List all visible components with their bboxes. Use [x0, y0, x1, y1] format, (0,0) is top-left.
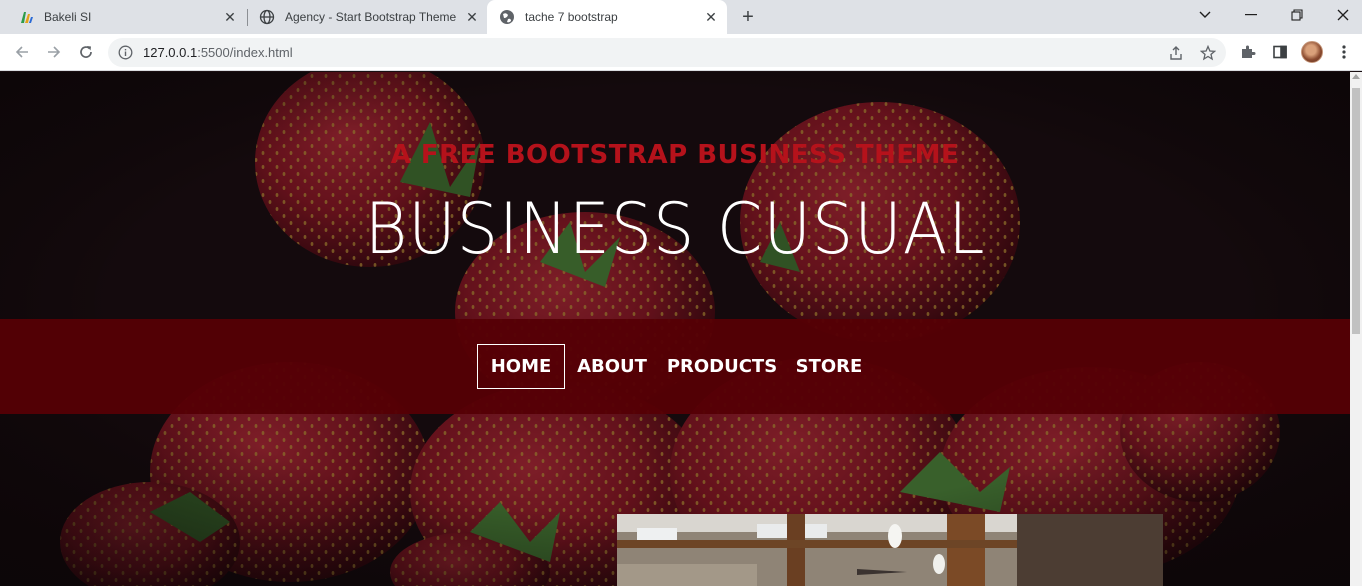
tab-tache7[interactable]: tache 7 bootstrap ✕	[487, 0, 727, 34]
globe-icon	[259, 9, 275, 25]
bakeli-logo-icon	[18, 9, 34, 25]
scroll-up-arrow-icon[interactable]	[1352, 74, 1360, 79]
close-icon[interactable]: ✕	[222, 9, 238, 25]
arrow-left-icon	[15, 46, 28, 58]
url-text: 127.0.0.1:5500/index.html	[143, 45, 293, 60]
restore-icon	[1291, 9, 1303, 21]
address-bar[interactable]: 127.0.0.1:5500/index.html	[108, 38, 1226, 67]
new-tab-button[interactable]: +	[736, 5, 760, 29]
close-icon[interactable]: ✕	[464, 9, 480, 25]
reload-icon	[80, 46, 92, 58]
tab-strip: Bakeli SI ✕ Agency - Start Bootstrap The…	[0, 0, 1362, 34]
nav-link-products[interactable]: PRODUCTS	[660, 344, 784, 389]
tab-title: tache 7 bootstrap	[525, 10, 618, 24]
site-title: BUSINESS CUSUAL	[364, 188, 986, 270]
side-panel-button[interactable]	[1270, 42, 1290, 62]
page-scrollbar[interactable]	[1350, 72, 1362, 586]
bookmark-star-icon[interactable]	[1199, 44, 1217, 62]
back-button[interactable]	[10, 40, 34, 64]
profile-avatar[interactable]	[1301, 41, 1323, 63]
chevron-down-icon	[1199, 11, 1211, 18]
page-viewport: A FREE BOOTSTRAP BUSINESS THEME BUSINESS…	[0, 72, 1350, 586]
cafe-interior-image	[617, 514, 1163, 586]
minimize-icon	[1245, 14, 1257, 16]
nav-link-about[interactable]: ABOUT	[570, 344, 654, 389]
info-icon[interactable]	[118, 45, 133, 60]
puzzle-icon	[1242, 45, 1256, 58]
tab-search-button[interactable]	[1182, 0, 1228, 30]
nav-link-home[interactable]: HOME	[477, 344, 565, 389]
arrow-right-icon	[48, 46, 61, 58]
close-icon	[1337, 9, 1349, 21]
minimize-button[interactable]	[1228, 0, 1274, 30]
scrollbar-thumb[interactable]	[1352, 88, 1360, 334]
tab-bakeli[interactable]: Bakeli SI ✕	[0, 0, 246, 34]
tab-agency[interactable]: Agency - Start Bootstrap Theme ✕	[241, 0, 488, 34]
tab-title: Bakeli SI	[44, 10, 92, 24]
close-window-button[interactable]	[1320, 0, 1362, 30]
side-panel-icon	[1273, 45, 1287, 59]
main-navbar: HOME ABOUT PRODUCTS STORE	[0, 319, 1350, 414]
menu-button[interactable]	[1334, 42, 1354, 62]
reload-button[interactable]	[74, 40, 98, 64]
kebab-menu-icon	[1342, 45, 1346, 59]
restore-button[interactable]	[1274, 0, 1320, 30]
url-path: :5500/index.html	[197, 45, 293, 60]
url-host: 127.0.0.1	[143, 45, 198, 60]
extensions-button[interactable]	[1238, 42, 1258, 62]
tab-title: Agency - Start Bootstrap Theme	[285, 10, 457, 24]
close-icon[interactable]: ✕	[703, 9, 719, 25]
globe-icon	[499, 9, 515, 25]
forward-button[interactable]	[42, 40, 66, 64]
nav-link-store[interactable]: STORE	[790, 344, 868, 389]
site-subtitle: A FREE BOOTSTRAP BUSINESS THEME	[390, 140, 960, 170]
browser-toolbar: 127.0.0.1:5500/index.html	[0, 34, 1362, 71]
share-icon[interactable]	[1167, 44, 1185, 62]
